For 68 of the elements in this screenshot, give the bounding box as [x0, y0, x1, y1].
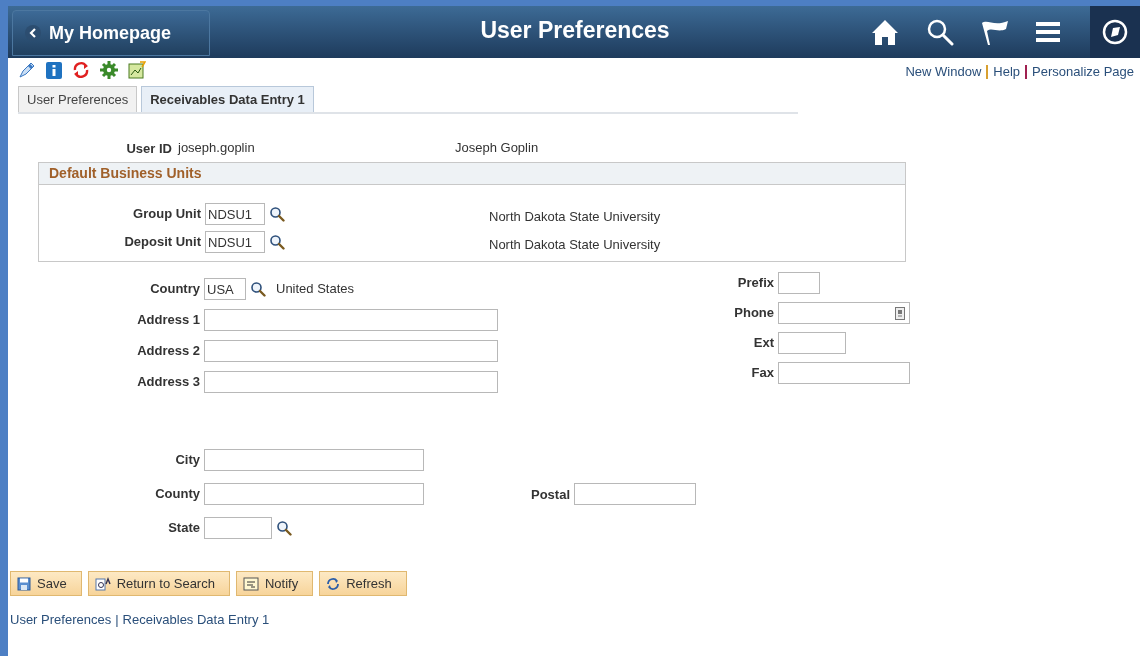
- input-field[interactable]: [574, 483, 696, 505]
- toolbar-button[interactable]: Refresh: [319, 571, 407, 596]
- field-label: Address 2: [136, 342, 201, 361]
- info-icon[interactable]: [46, 61, 62, 79]
- chart-icon[interactable]: [128, 61, 146, 79]
- page-title: User Preferences: [480, 15, 670, 45]
- toolbar-button[interactable]: Return to Search: [87, 571, 230, 596]
- field-label: County: [154, 485, 201, 504]
- field-label: Address 3: [136, 373, 201, 392]
- field-label: Group Unit: [132, 205, 202, 224]
- field-label: Ext: [752, 334, 775, 353]
- pencil-icon[interactable]: [18, 61, 36, 79]
- input-field[interactable]: [204, 517, 272, 539]
- gear-icon[interactable]: [100, 61, 118, 79]
- input-field[interactable]: USA: [204, 278, 246, 300]
- toolbar-button[interactable]: Notify: [235, 571, 314, 596]
- note-icon: [242, 576, 259, 591]
- search-icon[interactable]: [250, 281, 266, 297]
- input-field[interactable]: [204, 483, 424, 505]
- unit-description: North Dakota State University: [489, 236, 661, 255]
- toolbar-button[interactable]: Save: [10, 571, 82, 596]
- user-name: Joseph Goplin: [455, 139, 539, 158]
- field-label: Deposit Unit: [123, 233, 202, 252]
- input-field[interactable]: [204, 449, 424, 471]
- user-id: joseph.goplin: [178, 139, 256, 158]
- country-description: United States: [276, 280, 355, 299]
- phone-field[interactable]: [778, 302, 910, 324]
- input-field[interactable]: [778, 362, 910, 384]
- input-field[interactable]: NDSU1: [205, 203, 265, 225]
- header-link[interactable]: Help: [993, 62, 1021, 82]
- search-icon[interactable]: [926, 18, 954, 46]
- field-label: Postal: [531, 487, 570, 502]
- link-separator: |: [115, 611, 119, 629]
- chevron-left-icon: [25, 25, 41, 41]
- field-label: City: [174, 451, 201, 470]
- refresh-icon: [326, 576, 341, 591]
- input-field[interactable]: [204, 340, 498, 362]
- field-label: User ID: [126, 141, 172, 156]
- menu-icon[interactable]: [1036, 20, 1060, 44]
- compass-icon: [1101, 18, 1129, 46]
- section-title: Default Business Units: [49, 164, 202, 183]
- tab[interactable]: User Preferences: [18, 86, 138, 112]
- header-link[interactable]: Personalize Page: [1032, 62, 1134, 82]
- tab[interactable]: Receivables Data Entry 1: [141, 86, 314, 112]
- magnifier-arrow-icon: [94, 576, 111, 591]
- search-icon[interactable]: [269, 234, 285, 250]
- unit-description: North Dakota State University: [489, 208, 661, 227]
- search-icon[interactable]: [269, 206, 285, 222]
- field-label: Country: [149, 280, 201, 299]
- home-icon[interactable]: [870, 18, 900, 46]
- back-button[interactable]: My Homepage: [12, 10, 210, 56]
- header-link[interactable]: New Window: [905, 62, 982, 82]
- input-field[interactable]: [778, 272, 820, 294]
- input-field[interactable]: [778, 332, 846, 354]
- field-label: Phone: [733, 304, 775, 323]
- footer-link[interactable]: Receivables Data Entry 1: [122, 610, 270, 630]
- refresh-icon[interactable]: [72, 61, 90, 79]
- field-label: Address 1: [136, 311, 201, 330]
- field-label: State: [167, 519, 201, 538]
- footer-link[interactable]: User Preferences: [10, 610, 112, 630]
- search-icon[interactable]: [276, 520, 292, 536]
- input-field[interactable]: [204, 371, 498, 393]
- input-field[interactable]: NDSU1: [205, 231, 265, 253]
- field-label: Fax: [750, 364, 775, 383]
- field-label: Prefix: [736, 274, 775, 293]
- navbar-button[interactable]: [1090, 6, 1140, 58]
- phone-icon[interactable]: [895, 306, 905, 320]
- input-field[interactable]: [204, 309, 498, 331]
